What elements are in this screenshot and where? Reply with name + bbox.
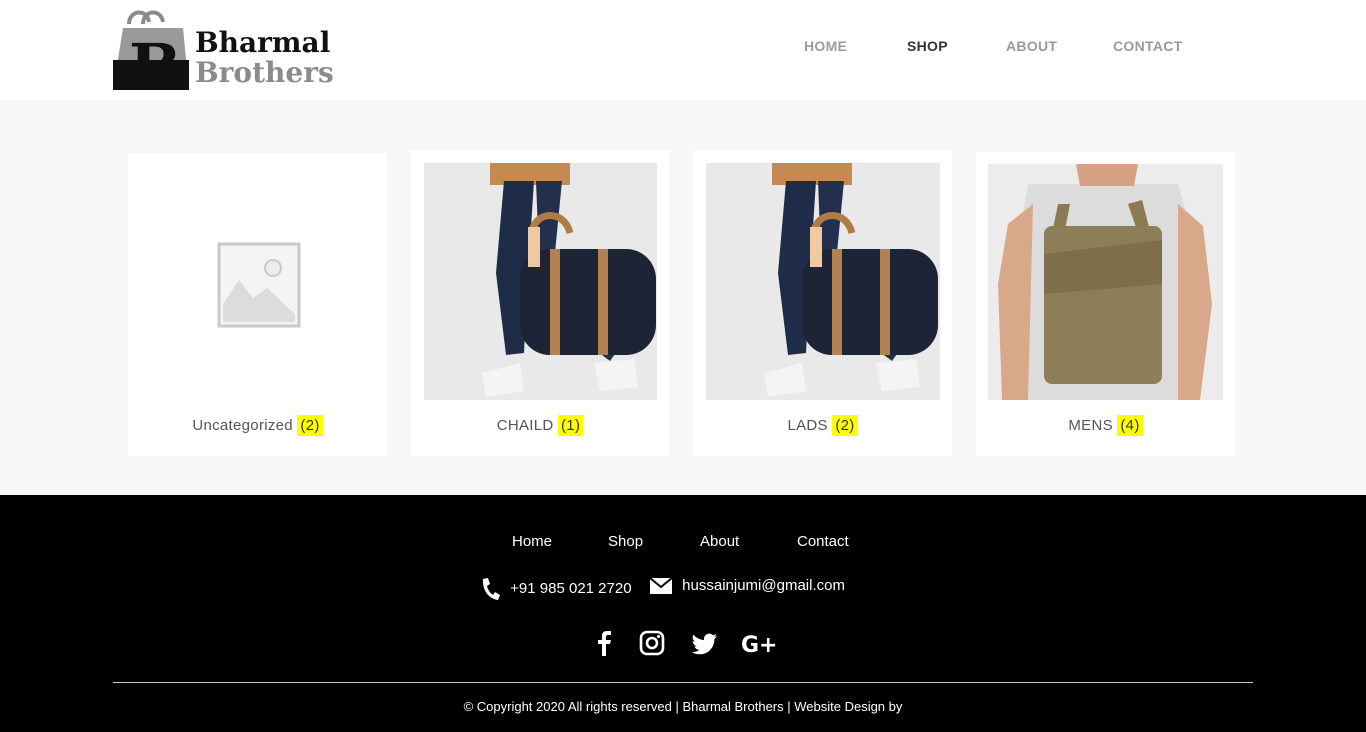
- category-image: [128, 153, 387, 403]
- category-caption: Uncategorized (2): [128, 415, 387, 436]
- phone-icon: [482, 578, 500, 600]
- category-card-uncategorized[interactable]: Uncategorized (2): [128, 153, 387, 456]
- footer-nav: Home Shop About Contact: [0, 533, 1366, 553]
- backpack-photo-icon: [988, 164, 1223, 400]
- category-caption: CHAILD (1): [411, 415, 669, 436]
- category-card-chaild[interactable]: CHAILD (1): [411, 150, 669, 456]
- main-nav: HOME SHOP ABOUT CONTACT: [0, 38, 1366, 58]
- category-grid: Uncategorized (2) CHAILD (1) LADS (2) ME…: [0, 100, 1366, 495]
- email-address: hussainjumi@gmail.com: [682, 577, 845, 594]
- footer-nav-about[interactable]: About: [700, 533, 739, 550]
- envelope-icon: [649, 577, 673, 595]
- footer-email[interactable]: hussainjumi@gmail.com: [649, 577, 845, 595]
- footer-divider: [113, 682, 1253, 683]
- brand-name-line2: Brothers: [195, 56, 334, 89]
- google-plus-icon[interactable]: G+: [740, 628, 780, 658]
- category-caption: LADS (2): [693, 415, 952, 436]
- site-footer: Home Shop About Contact +91 985 021 2720…: [0, 495, 1366, 732]
- nav-shop[interactable]: SHOP: [907, 38, 948, 54]
- nav-home[interactable]: HOME: [804, 38, 847, 54]
- placeholder-image-icon: [217, 242, 301, 328]
- instagram-icon[interactable]: [632, 628, 672, 658]
- phone-number: +91 985 021 2720: [510, 579, 632, 597]
- category-name: LADS: [787, 417, 828, 434]
- footer-nav-shop[interactable]: Shop: [608, 533, 643, 550]
- footer-nav-contact[interactable]: Contact: [797, 533, 849, 550]
- category-count-badge: (1): [558, 415, 584, 436]
- footer-phone[interactable]: +91 985 021 2720: [480, 577, 632, 601]
- category-image: [706, 163, 940, 400]
- category-count-badge: (4): [1117, 415, 1143, 436]
- brand-name: Bharmal Brothers: [195, 28, 334, 88]
- nav-contact[interactable]: CONTACT: [1113, 38, 1183, 54]
- nav-about[interactable]: ABOUT: [1006, 38, 1057, 54]
- duffel-bag-photo-icon: [706, 163, 940, 400]
- duffel-bag-photo-icon: [424, 163, 657, 400]
- category-name: MENS: [1068, 417, 1113, 434]
- footer-nav-home[interactable]: Home: [512, 533, 552, 550]
- facebook-icon[interactable]: [584, 628, 624, 658]
- twitter-icon[interactable]: [684, 628, 724, 658]
- copyright-text: © Copyright 2020 All rights reserved | B…: [463, 699, 903, 714]
- category-image: [988, 164, 1223, 400]
- site-header: B Bharmal Brothers HOME SHOP ABOUT CONTA…: [0, 0, 1366, 100]
- svg-text:G+: G+: [741, 633, 778, 658]
- category-image: [424, 163, 657, 400]
- category-count-badge: (2): [297, 415, 323, 436]
- category-caption: MENS (4): [976, 415, 1235, 436]
- category-name: Uncategorized: [192, 417, 293, 434]
- category-name: CHAILD: [496, 417, 554, 434]
- category-count-badge: (2): [832, 415, 858, 436]
- category-card-lads[interactable]: LADS (2): [693, 150, 952, 456]
- category-card-mens[interactable]: MENS (4): [976, 152, 1235, 456]
